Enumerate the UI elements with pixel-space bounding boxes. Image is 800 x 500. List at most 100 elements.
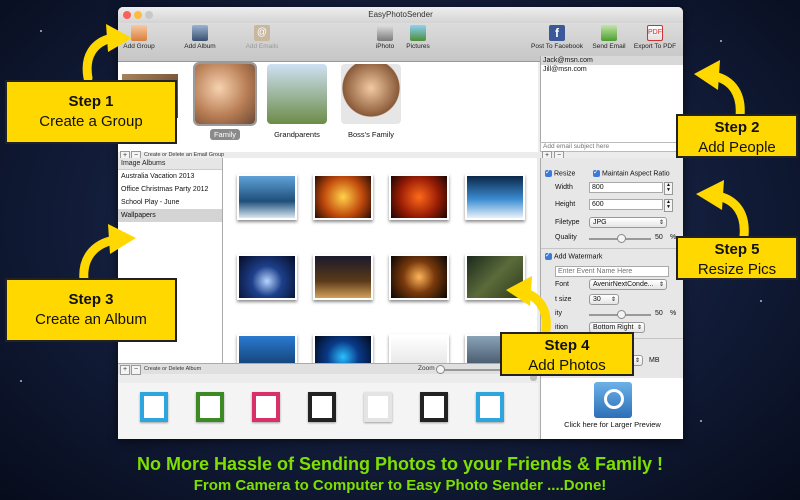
font-select[interactable]: AvenirNextConde... ⇕ <box>589 279 667 290</box>
step3-arrow-icon <box>79 224 136 282</box>
album-item[interactable]: Office Christmas Party 2012 <box>118 183 222 196</box>
at-sign-icon: @ <box>254 25 270 41</box>
magnifier-icon <box>593 382 632 418</box>
photo-thumb[interactable] <box>313 174 373 220</box>
star <box>700 420 702 422</box>
group-item-grandparents[interactable]: Grandparents <box>264 64 330 142</box>
step2-callout: Step 2 Add People <box>676 114 798 158</box>
group-photo <box>267 64 327 124</box>
album-item[interactable]: School Play - June <box>118 196 222 209</box>
watermark-label: Add Watermark <box>554 253 603 261</box>
width-field[interactable]: 800 <box>589 182 663 193</box>
frame-option[interactable] <box>196 392 224 422</box>
aspect-checkbox[interactable]: Maintain Aspect Ratio <box>593 168 670 178</box>
resize-checkbox[interactable]: Resize <box>545 168 576 178</box>
star <box>20 380 22 382</box>
group-item-boss-family[interactable]: Boss's Family <box>338 64 404 142</box>
photo-thumb[interactable] <box>389 174 449 220</box>
add-emails-label: Add Emails <box>245 43 279 50</box>
export-pdf-button[interactable]: PDF Export To PDF <box>630 25 680 50</box>
height-stepper[interactable]: ▲ ▼ <box>664 199 673 212</box>
star <box>760 300 762 302</box>
filetype-select[interactable]: JPG ⇕ <box>589 217 667 228</box>
chevron-updown-icon: ⇕ <box>658 220 664 226</box>
size-unit: MB <box>649 357 660 364</box>
step5-arrow-icon <box>696 180 749 238</box>
aspect-label: Maintain Aspect Ratio <box>602 170 670 178</box>
preview-button[interactable]: Click here for Larger Preview <box>540 378 683 439</box>
post-facebook-button[interactable]: f Post To Facebook <box>526 25 588 50</box>
frame-option[interactable] <box>476 392 504 422</box>
step2-text: Add People <box>698 139 776 156</box>
photo-thumb[interactable] <box>389 254 449 300</box>
resize-label: Resize <box>554 170 576 178</box>
font-size-select[interactable]: 30 ⇕ <box>589 294 619 305</box>
step5-text: Resize Pics <box>697 261 777 278</box>
photo-thumb[interactable] <box>465 174 525 220</box>
frame-option[interactable] <box>140 392 168 422</box>
photo-thumb[interactable] <box>313 334 373 363</box>
step4-text: Add Photos <box>528 357 606 374</box>
frame-option[interactable] <box>308 392 336 422</box>
add-emails-button[interactable]: @ Add Emails <box>240 25 284 50</box>
step5-title: Step 5 <box>714 241 760 258</box>
group-item-family[interactable]: Family <box>192 62 258 142</box>
frame-option[interactable] <box>252 392 280 422</box>
send-email-label: Send Email <box>592 43 626 50</box>
step5-callout: Step 5 Resize Pics <box>676 236 798 280</box>
zoom-slider-knob[interactable] <box>436 365 445 374</box>
email-item[interactable]: Jack@msn.com <box>541 56 683 65</box>
album-bottom-bar: + − Create or Delete Album Zoom <box>118 363 538 375</box>
quality-slider-knob[interactable] <box>617 234 626 243</box>
send-email-icon <box>601 25 617 41</box>
window-title: EasyPhotoSender <box>368 10 433 19</box>
star <box>720 40 722 42</box>
checkbox-check-icon <box>545 251 552 260</box>
post-facebook-label: Post To Facebook <box>531 43 583 50</box>
group-strip: Family Grandparents Boss's Family <box>118 62 538 152</box>
photo-thumb[interactable] <box>237 334 297 363</box>
height-field[interactable]: 600 <box>589 199 663 210</box>
email-list: Jack@msn.com Jill@msn.com <box>540 56 683 142</box>
step3-text: Create an Album <box>35 311 147 328</box>
preview-label: Click here for Larger Preview <box>564 420 661 429</box>
tagline-line1: No More Hassle of Sending Photos to your… <box>136 454 664 474</box>
width-stepper[interactable]: ▲ ▼ <box>664 182 673 195</box>
event-name-input[interactable] <box>555 266 669 277</box>
zoom-label: Zoom <box>418 365 435 372</box>
step1-callout: Step 1 Create a Group <box>5 80 177 144</box>
chevron-updown-icon: ⇕ <box>610 297 616 303</box>
send-email-button[interactable]: Send Email <box>589 25 629 50</box>
photo-thumb[interactable] <box>389 334 449 363</box>
photo-thumb[interactable] <box>237 254 297 300</box>
pictures-button[interactable]: Pictures <box>402 25 434 50</box>
photo-thumb[interactable] <box>313 254 373 300</box>
album-footer-label: Create or Delete Album <box>144 366 202 372</box>
frame-option[interactable] <box>420 392 448 422</box>
remove-album-minus[interactable]: − <box>131 365 141 375</box>
step3-callout: Step 3 Create an Album <box>5 278 177 342</box>
add-album-button[interactable]: Add Album <box>178 25 222 50</box>
pdf-icon: PDF <box>647 25 663 41</box>
email-item[interactable]: Jill@msn.com <box>541 65 683 74</box>
frame-option[interactable] <box>364 392 392 422</box>
step4-arrow-icon <box>506 276 551 332</box>
group-photo <box>193 62 257 126</box>
step2-title: Step 2 <box>714 119 760 136</box>
chevron-updown-icon: ⇕ <box>658 282 664 288</box>
step1-arrow-icon <box>82 24 132 80</box>
photo-thumb[interactable] <box>237 174 297 220</box>
chevron-updown-icon: ⇕ <box>636 325 642 331</box>
facebook-icon: f <box>549 25 565 41</box>
zoom-button[interactable] <box>145 11 153 19</box>
album-item[interactable]: Australia Vacation 2013 <box>118 170 222 183</box>
step4-callout: Step 4 Add Photos <box>500 332 634 376</box>
opacity-value: 50 <box>655 310 663 317</box>
opacity-slider-knob[interactable] <box>617 310 626 319</box>
watermark-checkbox[interactable]: Add Watermark <box>545 251 603 261</box>
album-icon <box>192 25 208 41</box>
add-album-label: Add Album <box>184 43 216 50</box>
iphoto-button[interactable]: iPhoto <box>370 25 400 50</box>
camera-icon <box>377 25 393 41</box>
add-album-plus[interactable]: + <box>120 365 130 375</box>
